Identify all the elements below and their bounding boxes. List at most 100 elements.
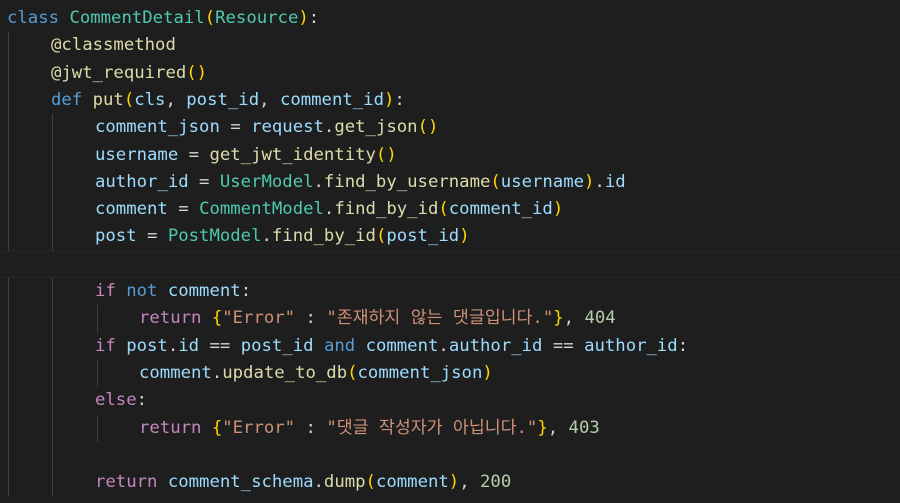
code-text: author_id = UserModel.find_by_username(u… — [95, 169, 626, 196]
token: put — [92, 89, 124, 110]
token: ( — [375, 226, 387, 247]
token: comment — [139, 362, 212, 383]
code-line[interactable]: author_id = UserModel.find_by_username(u… — [0, 169, 900, 196]
code-text: if not comment: — [95, 278, 251, 305]
token: dump — [323, 472, 366, 493]
code-line[interactable]: if not comment: — [0, 278, 900, 305]
code-line[interactable]: else: — [0, 387, 900, 414]
token: ) — [584, 171, 595, 192]
token: () — [417, 117, 439, 138]
token: ) — [459, 226, 470, 247]
token: : — [295, 308, 327, 329]
token: author_id — [95, 171, 189, 192]
token: . — [167, 335, 179, 356]
code-text: if post.id == post_id and comment.author… — [95, 333, 688, 360]
token: ) — [482, 362, 493, 383]
token: : — [394, 89, 405, 110]
token: get_jwt_identity — [209, 144, 376, 165]
token: return — [139, 308, 202, 329]
code-line[interactable]: @classmethod — [0, 32, 900, 59]
code-text: @classmethod — [51, 32, 176, 59]
code-editor[interactable]: class CommentDetail(Resource): @classmeth… — [0, 0, 900, 503]
code-line[interactable]: return {"Error" : "댓글 작성자가 아닙니다."}, 403 — [0, 415, 900, 442]
token: CommentModel — [199, 199, 324, 220]
code-line[interactable]: username = get_jwt_identity() — [0, 142, 900, 169]
token: ( — [490, 171, 501, 192]
token: = — [167, 199, 200, 220]
token: comment_schema — [167, 472, 314, 493]
token: = — [178, 144, 210, 165]
code-text: class CommentDetail(Resource): — [7, 5, 319, 32]
token: ( — [123, 89, 135, 110]
token: ( — [365, 472, 376, 493]
code-line[interactable]: def put(cls, post_id, comment_id): — [0, 87, 900, 114]
token: @jwt_required — [51, 62, 187, 83]
token: Resource — [215, 8, 299, 28]
token: . — [594, 171, 605, 192]
token: , — [165, 89, 187, 110]
token: , — [547, 417, 569, 438]
token: comment_id — [448, 199, 553, 220]
code-line[interactable] — [0, 442, 900, 469]
token: comment — [167, 281, 241, 301]
token: . — [323, 117, 335, 138]
code-text: return comment_schema.dump(comment), 200 — [95, 469, 511, 496]
token: comment_json — [357, 362, 483, 383]
token: get_json — [334, 117, 418, 138]
token: ) — [552, 199, 564, 220]
token: username — [500, 171, 585, 192]
token: update_to_db — [222, 362, 348, 383]
token: : — [136, 390, 148, 411]
token: } — [553, 308, 564, 329]
code-line[interactable]: comment_json = request.get_json() — [0, 114, 900, 141]
token: 200 — [480, 472, 512, 493]
token: author_id — [448, 335, 543, 356]
token: = — [188, 171, 220, 192]
code-text: comment = CommentModel.find_by_id(commen… — [95, 196, 563, 223]
code-line[interactable]: class CommentDetail(Resource): — [0, 5, 900, 32]
token: def — [51, 89, 83, 110]
token: () — [375, 144, 397, 165]
token: { — [211, 417, 223, 438]
token: find_by_id — [271, 226, 376, 247]
code-text: return {"Error" : "댓글 작성자가 아닙니다."}, 403 — [139, 415, 600, 442]
token: ( — [438, 199, 449, 220]
code-text: post = PostModel.find_by_id(post_id) — [95, 223, 470, 250]
token: CommentDetail — [69, 8, 205, 28]
token: . — [211, 362, 223, 383]
token: : — [677, 335, 689, 356]
code-line[interactable]: return {"Error" : "존재하지 않는 댓글입니다."}, 404 — [0, 305, 900, 332]
token: return — [95, 472, 158, 493]
token: . — [313, 171, 324, 192]
code-line[interactable]: if post.id == post_id and comment.author… — [0, 333, 900, 360]
token: ) — [298, 8, 309, 28]
token: "Error" — [222, 417, 296, 438]
token: = — [136, 226, 168, 247]
code-line[interactable]: comment.update_to_db(comment_json) — [0, 360, 900, 387]
token: } — [537, 417, 548, 438]
token: comment — [365, 335, 439, 356]
token: post — [126, 335, 168, 356]
token: UserModel — [219, 171, 314, 192]
token: ( — [204, 8, 216, 28]
token: request — [251, 117, 324, 138]
token: , — [563, 308, 585, 329]
token: comment_id — [279, 89, 384, 110]
token: comment_json — [95, 117, 220, 138]
token: == — [542, 335, 585, 356]
code-line[interactable]: comment = CommentModel.find_by_id(commen… — [0, 196, 900, 223]
code-line[interactable]: return comment_schema.dump(comment), 200 — [0, 469, 900, 496]
token: ( — [347, 362, 358, 383]
code-line[interactable]: post = PostModel.find_by_id(post_id) — [0, 223, 900, 250]
code-line[interactable]: @jwt_required() — [0, 60, 900, 87]
current-line[interactable] — [0, 250, 900, 278]
token: cls — [134, 89, 166, 110]
token: . — [261, 226, 272, 247]
token: == — [199, 335, 241, 356]
token: find_by_id — [334, 199, 439, 220]
token: post — [95, 226, 137, 247]
